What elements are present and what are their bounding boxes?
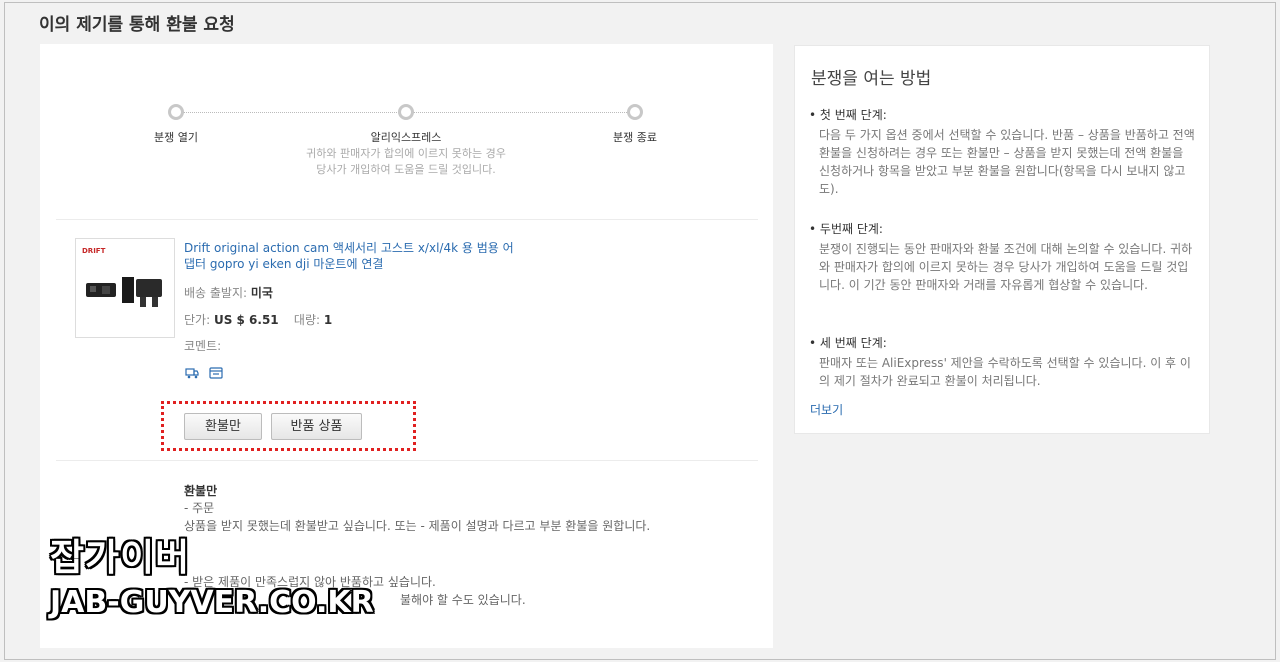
refund-only-button[interactable]: 환불만 [184, 413, 262, 440]
return-item-button[interactable]: 반품 상품 [271, 413, 362, 440]
divider [56, 219, 758, 220]
side-step-2-heading-text: 두번째 단계: [819, 222, 883, 236]
watermark-url: JAB-GUYVER.CO.KR [50, 585, 374, 620]
how-to-dispute-panel: 분쟁을 여는 방법 • 첫 번째 단계: 다음 두 가지 옵션 중에서 선택할 … [794, 45, 1210, 434]
product-image[interactable]: DRIFT [75, 238, 175, 338]
quantity-label: 대량: [293, 313, 321, 327]
unit-price-label: 단가: [184, 313, 211, 327]
side-step-1-heading-text: 첫 번째 단계: [819, 108, 887, 122]
product-brand-text: DRIFT [82, 247, 106, 255]
divider [56, 460, 758, 461]
refund-info-line: - 주문 [184, 501, 215, 515]
ship-from-value: 미국 [250, 286, 273, 300]
page-title: 이의 제기를 통해 환불 요청 [39, 15, 235, 35]
product-image-graphic: DRIFT [76, 239, 174, 337]
progress-line-1 [183, 112, 399, 113]
side-step-1-body: 다음 두 가지 옵션 중에서 선택할 수 있습니다. 반품 – 상품을 반품하고… [819, 128, 1195, 196]
side-step-3-body: 판매자 또는 AliExpress' 제안을 수락하도록 선택할 수 있습니다.… [819, 356, 1191, 388]
step-1-label: 분쟁 열기 [154, 131, 198, 144]
refund-info-line: 불해야 할 수도 있습니다. [400, 593, 526, 607]
watermark-title: 잡가이버 [50, 536, 191, 579]
price-qty: 단가: US $ 6.51 대량: 1 [184, 311, 332, 328]
step-2-circle-icon [398, 104, 414, 120]
refund-info-title: 환불만 [184, 484, 218, 498]
ship-from-label: 배송 출발지: [184, 286, 248, 300]
refund-info-line: 상품을 받지 못했는데 환불받고 싶습니다. 또는 - 제품이 설명과 다르고 … [184, 519, 651, 533]
ship-from: 배송 출발지: 미국 [184, 284, 273, 301]
side-step-2-body: 분쟁이 진행되는 동안 판매자와 환불 조건에 대해 논의할 수 있습니다. 귀… [819, 242, 1193, 292]
side-step-2-heading: • 두번째 단계: [809, 222, 883, 236]
side-panel-title: 분쟁을 여는 방법 [811, 69, 932, 89]
step-2-label: 알리익스프레스 [370, 131, 442, 144]
quantity-value: 1 [323, 313, 333, 327]
truck-icon[interactable] [185, 367, 199, 379]
side-step-3-heading-text: 세 번째 단계: [819, 336, 887, 350]
step-3-label: 분쟁 종료 [613, 131, 657, 144]
step-3-circle-icon [627, 104, 643, 120]
step-2-description: 귀하와 판매자가 합의에 이르지 못하는 경우 당사가 개입하여 도움을 드릴 … [306, 147, 506, 176]
more-link[interactable]: 더보기 [810, 401, 843, 418]
order-detail-icon[interactable] [209, 367, 223, 379]
progress-line-2 [413, 112, 627, 113]
side-step-3-heading: • 세 번째 단계: [809, 336, 887, 350]
product-title-link[interactable]: Drift original action cam 액세서리 고스트 x/xl/… [184, 240, 514, 272]
unit-price-value: US $ 6.51 [213, 313, 279, 327]
step-1-circle-icon [168, 104, 184, 120]
comment-label: 코멘트: [184, 339, 222, 353]
side-step-1-heading: • 첫 번째 단계: [809, 108, 887, 122]
